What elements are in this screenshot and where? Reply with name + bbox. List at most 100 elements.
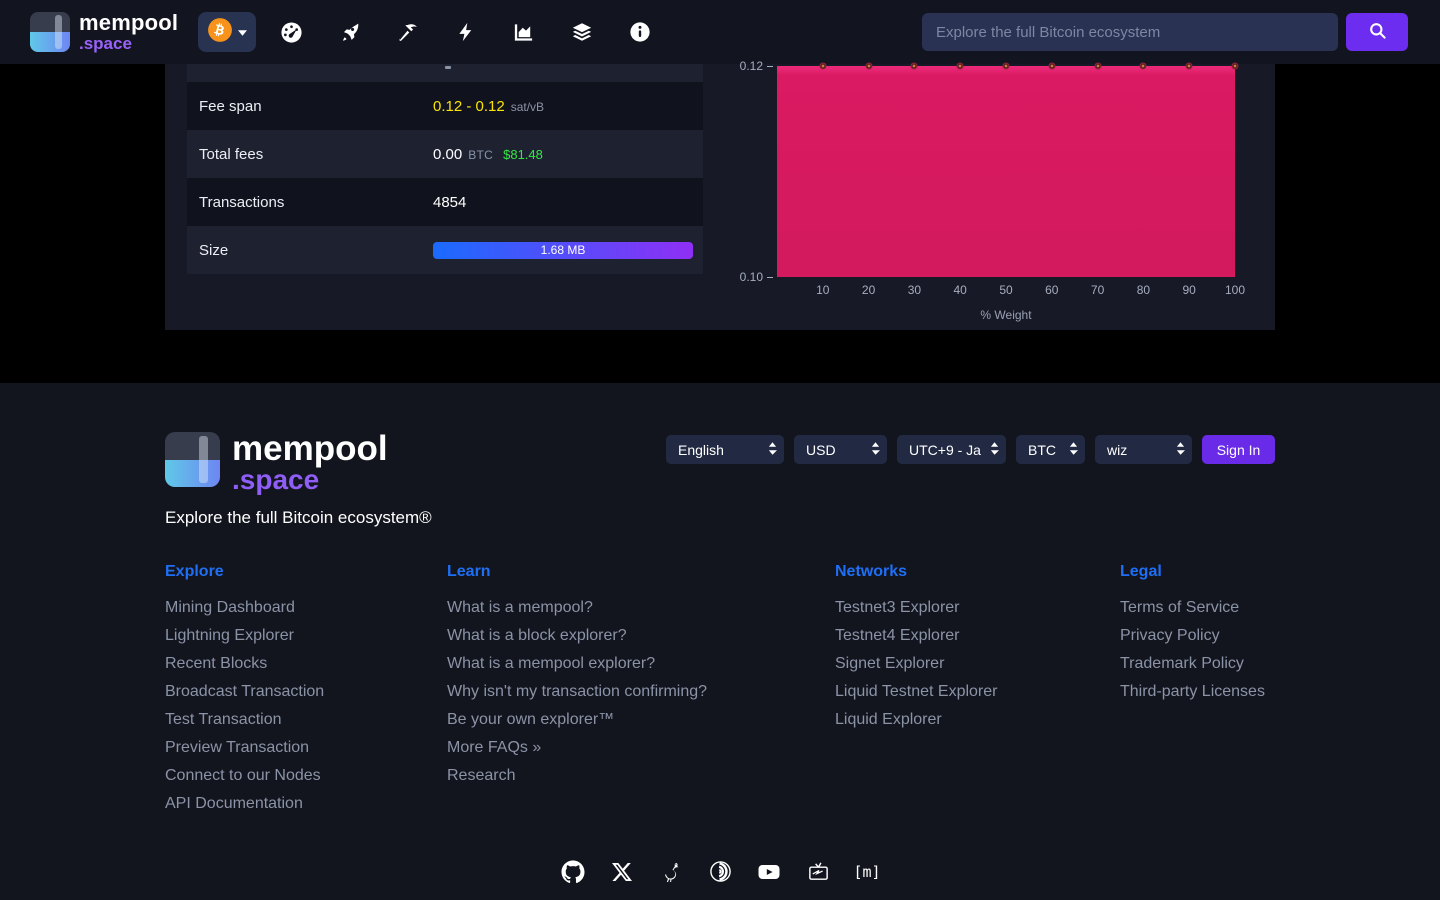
page-footer: mempool .space Explore the full Bitcoin …	[0, 383, 1440, 900]
x-axis-tick-label: 60	[1045, 283, 1058, 297]
footer-link[interactable]: Signet Explorer	[835, 650, 1120, 678]
fee-distribution-chart[interactable]: 0.12 0.10 102030405060708090100 % Weight	[777, 66, 1235, 328]
footer-link[interactable]: Testnet3 Explorer	[835, 594, 1120, 622]
graphs-chart-icon[interactable]	[512, 21, 535, 44]
matrix-icon[interactable]: [m]	[855, 860, 879, 884]
currency-select[interactable]: USD	[794, 435, 887, 464]
docs-info-icon[interactable]	[628, 21, 651, 44]
footer-link[interactable]: Be your own explorer™	[447, 706, 835, 734]
updown-arrows-icon	[768, 442, 777, 458]
footer-logo-link[interactable]: mempool .space	[165, 432, 432, 494]
updown-arrows-icon	[1176, 442, 1185, 458]
x-twitter-icon[interactable]	[610, 860, 634, 884]
footer-link[interactable]: Why isn't my transaction confirming?	[447, 678, 835, 706]
brand-tld: .space	[79, 35, 178, 52]
timezone-select[interactable]: UTC+9 - Ja	[897, 435, 1006, 464]
footer-link[interactable]: Liquid Testnet Explorer	[835, 678, 1120, 706]
footer-link[interactable]: Privacy Policy	[1120, 622, 1275, 650]
fee-span-label: Fee span	[199, 98, 433, 115]
data-point-marker	[865, 63, 872, 70]
footer-link[interactable]: Third-party Licenses	[1120, 678, 1275, 706]
x-axis-tick-label: 90	[1183, 283, 1196, 297]
y-tick	[767, 66, 773, 67]
language-select[interactable]: English	[666, 435, 784, 464]
transactions-value: 4854	[433, 194, 466, 211]
block-overview-panel: Fee span 0.12 - 0.12 sat/vB Total fees 0…	[165, 64, 1275, 330]
search-button[interactable]	[1346, 13, 1408, 51]
network-selector-dropdown[interactable]	[198, 12, 256, 52]
lightning-icon[interactable]	[454, 21, 477, 44]
layers-stack-icon[interactable]	[570, 21, 593, 44]
transactions-label: Transactions	[199, 194, 433, 211]
dashboard-gauge-icon[interactable]	[280, 21, 303, 44]
footer-link[interactable]: Testnet4 Explorer	[835, 622, 1120, 650]
x-axis-tick-label: 30	[908, 283, 921, 297]
truncated-text-remnant	[445, 66, 451, 69]
data-point-marker	[1140, 63, 1147, 70]
footer-column-networks: Networks Testnet3 ExplorerTestnet4 Explo…	[835, 563, 1120, 818]
bitcointv-icon[interactable]	[806, 860, 830, 884]
chevron-down-icon	[238, 23, 247, 41]
block-details-table: Fee span 0.12 - 0.12 sat/vB Total fees 0…	[187, 64, 703, 274]
youtube-icon[interactable]	[757, 860, 781, 884]
theme-select[interactable]: wiz	[1095, 435, 1192, 464]
mempool-logo-link[interactable]: mempool .space	[30, 12, 178, 52]
mining-pickaxe-icon[interactable]	[396, 21, 419, 44]
x-axis-tick-label: 70	[1091, 283, 1104, 297]
table-row-truncated	[187, 64, 703, 82]
footer-link[interactable]: Terms of Service	[1120, 594, 1275, 622]
footer-link[interactable]: Recent Blocks	[165, 650, 447, 678]
footer-link[interactable]: What is a mempool?	[447, 594, 835, 622]
github-icon[interactable]	[561, 860, 585, 884]
x-axis: 102030405060708090100	[777, 283, 1235, 299]
chart-area-fill[interactable]	[777, 66, 1235, 277]
footer-link[interactable]: What is a block explorer?	[447, 622, 835, 650]
footer-link[interactable]: Broadcast Transaction	[165, 678, 447, 706]
footer-link[interactable]: Trademark Policy	[1120, 650, 1275, 678]
x-axis-tick-label: 40	[954, 283, 967, 297]
footer-link[interactable]: API Documentation	[165, 790, 447, 818]
footer-link-columns: Explore Mining DashboardLightning Explor…	[165, 563, 1275, 818]
table-row-fee-span: Fee span 0.12 - 0.12 sat/vB	[187, 82, 703, 130]
x-axis-tick-label: 50	[999, 283, 1012, 297]
social-links: [m]	[165, 860, 1275, 884]
data-point-marker	[1186, 63, 1193, 70]
footer-mempool-logo-icon	[165, 432, 220, 487]
x-axis-tick-label: 20	[862, 283, 875, 297]
total-fees-label: Total fees	[199, 146, 433, 163]
footer-link[interactable]: What is a mempool explorer?	[447, 650, 835, 678]
search-form	[922, 13, 1408, 51]
total-fees-unit: BTC	[468, 148, 493, 162]
footer-link[interactable]: More FAQs »	[447, 734, 835, 762]
mempool-logo-icon	[30, 12, 70, 52]
size-progress-bar: 1.68 MB	[433, 242, 693, 259]
footer-brand-name: mempool	[232, 432, 388, 465]
footer-column-learn: Learn What is a mempool?What is a block …	[447, 563, 835, 818]
data-point-marker	[1003, 63, 1010, 70]
y-axis-label-top: 0.12	[740, 59, 763, 73]
nostr-ostrich-icon[interactable]	[659, 860, 683, 884]
sign-in-button[interactable]: Sign In	[1202, 435, 1275, 464]
footer-link[interactable]: Test Transaction	[165, 706, 447, 734]
footer-link[interactable]: Mining Dashboard	[165, 594, 447, 622]
x-axis-tick-label: 80	[1137, 283, 1150, 297]
updown-arrows-icon	[990, 442, 999, 458]
footer-link[interactable]: Lightning Explorer	[165, 622, 447, 650]
footer-link[interactable]: Preview Transaction	[165, 734, 447, 762]
data-point-marker	[819, 63, 826, 70]
brand-name: mempool	[79, 12, 178, 34]
table-row-transactions: Transactions 4854	[187, 178, 703, 226]
footer-link[interactable]: Research	[447, 762, 835, 790]
updown-arrows-icon	[1069, 442, 1078, 458]
footer-controls: English USD UTC+9 - Ja BTC wiz	[666, 435, 1275, 464]
y-tick	[767, 277, 773, 278]
footer-link[interactable]: Liquid Explorer	[835, 706, 1120, 734]
bitcoin-icon	[207, 17, 233, 48]
footer-brand-tld: .space	[232, 467, 388, 494]
footer-link[interactable]: Connect to our Nodes	[165, 762, 447, 790]
unit-select[interactable]: BTC	[1016, 435, 1085, 464]
bitfeed-swirl-icon[interactable]	[708, 860, 732, 884]
rocket-icon[interactable]	[338, 21, 361, 44]
search-input[interactable]	[922, 13, 1338, 51]
column-title: Explore	[165, 563, 447, 581]
